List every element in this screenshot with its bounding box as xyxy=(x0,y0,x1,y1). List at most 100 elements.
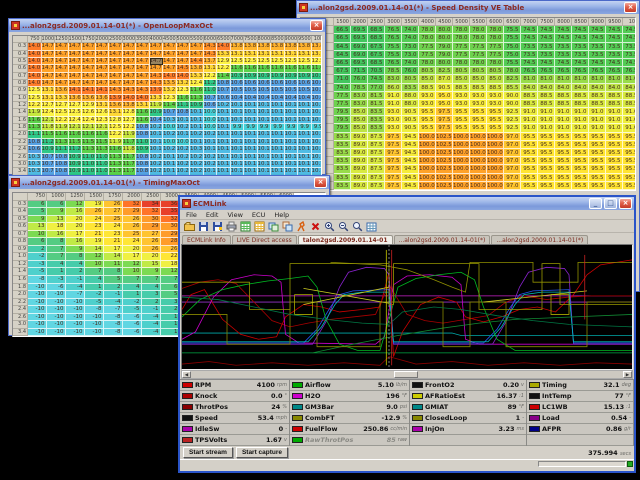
table-cell[interactable]: -10 xyxy=(28,321,47,329)
table-cell[interactable]: 90.5 xyxy=(402,116,419,124)
table-cell[interactable]: 7 xyxy=(47,253,66,261)
table-cell[interactable]: 10.1 xyxy=(231,139,245,146)
table-cell[interactable]: 14.7 xyxy=(123,80,137,87)
table-cell[interactable]: 10.6 xyxy=(285,80,299,87)
table-cell[interactable]: 85.0 xyxy=(351,124,368,132)
table-cell[interactable]: 100.0 xyxy=(470,157,487,165)
table-cell[interactable]: 95.5 xyxy=(589,157,606,165)
table-cell[interactable]: 95.5 xyxy=(572,182,589,190)
param-row-closedloop[interactable]: ClosedLoop1- xyxy=(410,413,526,424)
table-cell[interactable]: -10 xyxy=(47,314,66,322)
table-cell[interactable]: 10.3 xyxy=(163,117,177,124)
table-cell[interactable]: 10.1 xyxy=(217,161,231,168)
table-cell[interactable]: 10.1 xyxy=(231,117,245,124)
table-cell[interactable]: 14.1 xyxy=(96,87,110,94)
table-cell[interactable]: 100.0 xyxy=(470,141,487,149)
table-cell[interactable]: 102.5 xyxy=(436,141,453,149)
table-cell[interactable]: -10 xyxy=(28,291,47,299)
table-cell[interactable]: 2 xyxy=(66,268,85,276)
table-cell[interactable]: 74.5 xyxy=(623,26,636,34)
table-cell[interactable]: 14.7 xyxy=(109,51,123,58)
table-cell[interactable]: 12.4 xyxy=(82,117,96,124)
table-cell[interactable]: -10 xyxy=(28,314,47,322)
table-cell[interactable]: 10.9 xyxy=(271,73,285,80)
table-cell[interactable]: 14.0 xyxy=(28,80,42,87)
table-cell[interactable]: 9.9 xyxy=(298,124,312,131)
table-cell[interactable]: 11 xyxy=(104,261,123,269)
table-cell[interactable]: 10.2 xyxy=(150,161,164,168)
table-cell[interactable]: 10.0 xyxy=(163,139,177,146)
table-cell[interactable]: 1 xyxy=(85,284,104,292)
table-cell[interactable]: 13.3 xyxy=(55,95,69,102)
table-cell[interactable]: 14.7 xyxy=(163,65,177,72)
table-cell[interactable]: 74.5 xyxy=(521,34,538,42)
table-cell[interactable]: 13.8 xyxy=(271,43,285,50)
table-cell[interactable]: 93.0 xyxy=(487,100,504,108)
table-cell[interactable]: 14.7 xyxy=(136,65,150,72)
table-cell[interactable]: 11.6 xyxy=(28,117,42,124)
table-cell[interactable]: 91.0 xyxy=(538,108,555,116)
table-cell[interactable]: 11.1 xyxy=(55,146,69,153)
table-cell[interactable]: 12.8 xyxy=(109,117,123,124)
table-cell[interactable]: 14.0 xyxy=(217,43,231,50)
table-cell[interactable]: 89.0 xyxy=(351,133,368,141)
table-cell[interactable]: 10.4 xyxy=(244,95,258,102)
table-cell[interactable]: 95.5 xyxy=(538,141,555,149)
tab-1[interactable]: LIVE Direct access xyxy=(232,235,297,244)
table-cell[interactable]: 88.5 xyxy=(419,84,436,92)
table-cell[interactable]: 102.5 xyxy=(436,149,453,157)
table-cell[interactable]: 74.5 xyxy=(521,59,538,67)
table-cell[interactable]: 10.7 xyxy=(217,87,231,94)
table-cell[interactable]: 95.5 xyxy=(572,133,589,141)
table-cell[interactable]: 78.0 xyxy=(453,59,470,67)
table-cell[interactable]: 76.5 xyxy=(538,67,555,75)
table-cell[interactable]: 73.0 xyxy=(402,43,419,51)
table-cell[interactable]: 5 xyxy=(104,276,123,284)
table-cell[interactable]: 74.5 xyxy=(555,59,572,67)
table-cell[interactable]: 95.5 xyxy=(538,157,555,165)
table-cell[interactable]: 90.5 xyxy=(436,84,453,92)
table-cell[interactable]: 14.3 xyxy=(150,73,164,80)
table-cell[interactable]: 14.7 xyxy=(69,65,83,72)
table-cell[interactable]: 32 xyxy=(142,208,161,216)
table-cell[interactable]: 30 xyxy=(142,216,161,224)
table-cell[interactable]: 80.5 xyxy=(453,67,470,75)
table-cell[interactable]: 14.7 xyxy=(42,51,56,58)
table-cell[interactable]: 11.1 xyxy=(177,102,191,109)
table-cell[interactable]: 10.1 xyxy=(258,131,272,138)
table-cell[interactable]: 10.1 xyxy=(298,117,312,124)
table-cell[interactable]: 14.7 xyxy=(42,43,56,50)
close-icon[interactable]: × xyxy=(314,177,327,188)
table-cell[interactable]: 95.5 xyxy=(521,141,538,149)
table-cell[interactable]: 95.5 xyxy=(572,157,589,165)
table-cell[interactable]: 91.0 xyxy=(589,116,606,124)
table-cell[interactable]: 12.1 xyxy=(82,124,96,131)
table-cell[interactable]: 95.5 xyxy=(487,108,504,116)
table-cell[interactable]: 11.2 xyxy=(69,146,83,153)
table-cell[interactable]: 13.1 xyxy=(312,51,323,58)
table-cell[interactable]: 84.0 xyxy=(572,84,589,92)
table-cell[interactable]: 97.5 xyxy=(385,182,402,190)
table-cell[interactable]: 2 xyxy=(28,246,47,254)
table-cell[interactable]: 91.0 xyxy=(623,116,636,124)
table-cell[interactable]: 90.5 xyxy=(402,124,419,132)
table-cell[interactable]: 16 xyxy=(66,238,85,246)
table-cell[interactable]: 91.0 xyxy=(606,108,623,116)
table-cell[interactable]: 10.8 xyxy=(55,154,69,161)
table-cell[interactable]: -6 xyxy=(47,284,66,292)
table-cell[interactable]: 14.7 xyxy=(96,80,110,87)
table-cell[interactable]: 74.5 xyxy=(538,59,555,67)
table-cell[interactable]: 11.2 xyxy=(204,80,218,87)
table-cell[interactable]: 8 xyxy=(66,253,85,261)
table-cell[interactable]: 32 xyxy=(123,201,142,209)
table-cell[interactable]: -2 xyxy=(28,253,47,261)
table-cell[interactable]: 10.8 xyxy=(136,154,150,161)
table-cell[interactable]: 10.1 xyxy=(285,161,299,168)
table-cell[interactable]: 95.5 xyxy=(538,174,555,182)
table-cell[interactable]: 71.0 xyxy=(334,75,351,83)
table-cell[interactable]: 75.5 xyxy=(385,51,402,59)
table-cell[interactable]: 78.0 xyxy=(453,26,470,34)
table-cell[interactable]: 83.5 xyxy=(368,108,385,116)
table-cell[interactable]: 10.0 xyxy=(177,139,191,146)
table-cell[interactable]: 14.1 xyxy=(82,87,96,94)
